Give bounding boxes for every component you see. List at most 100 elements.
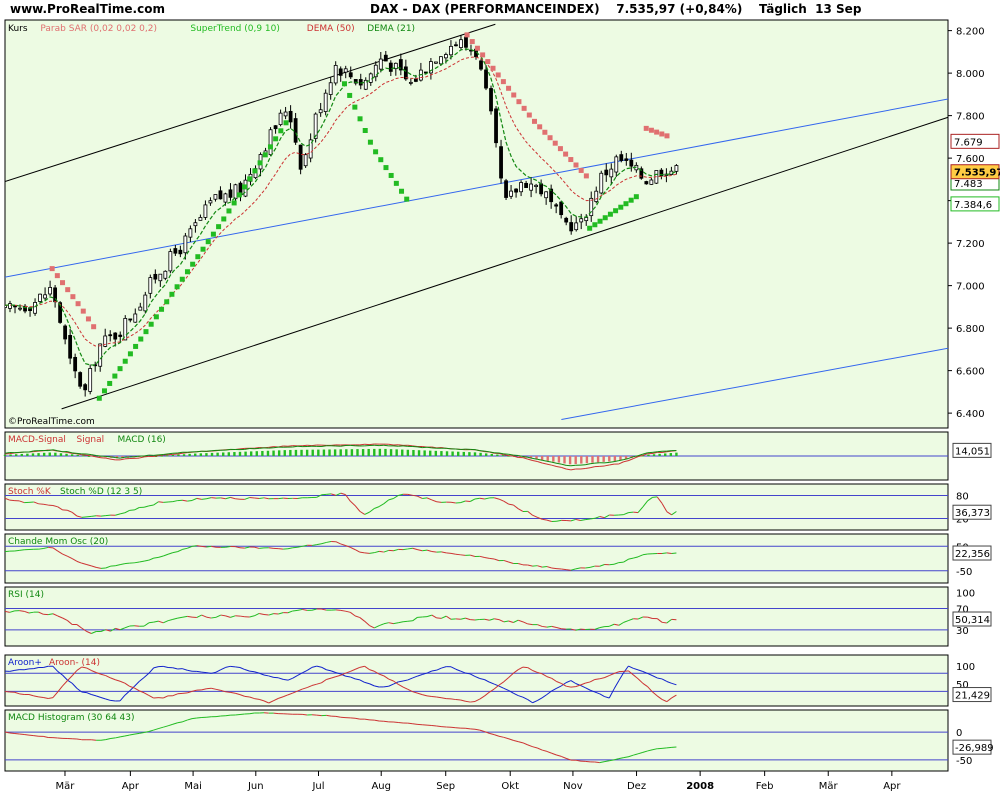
sar-dot bbox=[231, 200, 237, 206]
aroon-down-line bbox=[594, 678, 600, 680]
candle-body bbox=[88, 368, 93, 392]
pane-stoch-line bbox=[278, 497, 284, 500]
pane-macd-histogram-line bbox=[666, 746, 672, 749]
macd-hist-bar bbox=[14, 454, 18, 456]
candle-body bbox=[529, 183, 534, 191]
macd-hist-bar bbox=[20, 453, 23, 456]
macd-line bbox=[273, 446, 279, 449]
badge-supertrend: 7.384,6 bbox=[954, 200, 992, 211]
sar-dot bbox=[557, 146, 563, 152]
candle-body bbox=[519, 182, 523, 193]
legend-signal: Signal bbox=[77, 435, 105, 445]
pane-stoch-line bbox=[91, 515, 97, 517]
pane-stoch-line bbox=[585, 518, 591, 521]
sar-dot bbox=[542, 129, 548, 135]
macd-signal-line bbox=[311, 444, 317, 447]
pane-chande-line bbox=[402, 548, 408, 551]
candle-body bbox=[283, 111, 288, 117]
aroon-down-line bbox=[450, 698, 456, 701]
xtick-label-okt: Okt bbox=[501, 781, 519, 792]
pane-aroon-ytick: 100 bbox=[956, 662, 975, 673]
macd-hist-bar bbox=[65, 453, 68, 456]
macd-line bbox=[522, 456, 528, 458]
sar-dot bbox=[578, 167, 584, 173]
sar-dot bbox=[101, 388, 107, 394]
xtick-label-apr: Apr bbox=[883, 781, 901, 792]
sar-dot bbox=[587, 225, 593, 231]
aroon-up-line bbox=[81, 691, 87, 694]
pane-rsi-line bbox=[19, 610, 25, 612]
macd-line bbox=[455, 448, 461, 451]
price-ytick-label: 6.800 bbox=[956, 324, 985, 335]
macd-hist-bar bbox=[429, 450, 432, 456]
pane-chande-line bbox=[124, 562, 130, 565]
macd-hist-bar bbox=[378, 448, 382, 456]
macd-hist-bar bbox=[277, 450, 281, 456]
pane-macd-histogram-line bbox=[215, 715, 221, 718]
sar-dot bbox=[60, 280, 66, 286]
macd-hist-bar bbox=[496, 454, 499, 456]
pane-macd-histogram-line bbox=[225, 714, 231, 717]
sar-dot bbox=[362, 128, 368, 133]
macd-hist-bar bbox=[322, 449, 326, 456]
aroon-down-line bbox=[4, 691, 10, 693]
sar-dot bbox=[174, 284, 180, 290]
sar-dot bbox=[643, 125, 649, 131]
pane-rsi-line bbox=[292, 609, 298, 612]
macd-line bbox=[590, 462, 595, 465]
pane-macd-histogram-ytick: 0 bbox=[956, 728, 962, 739]
aroon-down-line bbox=[225, 691, 231, 693]
candle-body bbox=[153, 273, 158, 280]
sar-dot bbox=[648, 127, 654, 133]
candle-body bbox=[268, 129, 273, 156]
macd-line bbox=[115, 456, 121, 459]
sar-dot bbox=[138, 336, 144, 342]
pane-rsi-line bbox=[542, 625, 547, 628]
pane-chande-line bbox=[666, 552, 672, 555]
xtick-label-jul: Jul bbox=[311, 781, 324, 792]
sar-dot bbox=[226, 208, 232, 214]
sar-dot bbox=[592, 222, 598, 228]
sar-dot bbox=[247, 176, 253, 182]
macd-hist-bar bbox=[42, 452, 46, 456]
macd-hist-bar bbox=[473, 452, 477, 456]
candle-body bbox=[629, 159, 634, 167]
sar-dot bbox=[200, 246, 206, 252]
sar-dot bbox=[388, 172, 394, 178]
macd-hist-bar bbox=[384, 448, 387, 456]
badge-dema50: 7.679 bbox=[954, 137, 983, 148]
macd-hist-bar bbox=[574, 456, 577, 465]
macd-hist-bar bbox=[669, 453, 673, 456]
macd-hist-bar bbox=[596, 456, 600, 463]
pane-chande-line bbox=[609, 563, 615, 566]
macd-line bbox=[609, 461, 615, 463]
candle-body bbox=[273, 125, 278, 130]
candle-body bbox=[83, 384, 88, 391]
candle-body bbox=[564, 217, 569, 223]
candle-body bbox=[168, 251, 173, 272]
sar-dot bbox=[573, 162, 579, 168]
macd-hist-bar bbox=[210, 452, 214, 456]
candle-body bbox=[413, 78, 418, 82]
macd-hist-bar bbox=[328, 449, 331, 456]
pane-chande-line bbox=[542, 566, 547, 568]
sar-dot bbox=[495, 72, 501, 78]
sar-dot bbox=[607, 211, 613, 217]
sar-dot bbox=[613, 208, 619, 214]
macd-hist-bar bbox=[546, 456, 549, 461]
sar-dot bbox=[210, 231, 216, 237]
aroon-down-line bbox=[244, 695, 250, 698]
sar-dot bbox=[252, 168, 258, 174]
macd-hist-bar bbox=[333, 449, 337, 456]
sar-dot bbox=[480, 52, 486, 58]
sar-dot bbox=[278, 128, 284, 134]
candle-body bbox=[534, 184, 539, 187]
candle-body bbox=[539, 183, 544, 195]
macd-hist-bar bbox=[194, 453, 197, 456]
pane-aroon-last-value: 21,429 bbox=[955, 691, 990, 702]
pane-stoch-line bbox=[259, 497, 265, 500]
sar-dot bbox=[221, 216, 227, 222]
macd-hist-bar bbox=[70, 454, 74, 456]
macd-hist-bar bbox=[440, 451, 443, 456]
price-ytick-label: 7.800 bbox=[956, 112, 985, 123]
